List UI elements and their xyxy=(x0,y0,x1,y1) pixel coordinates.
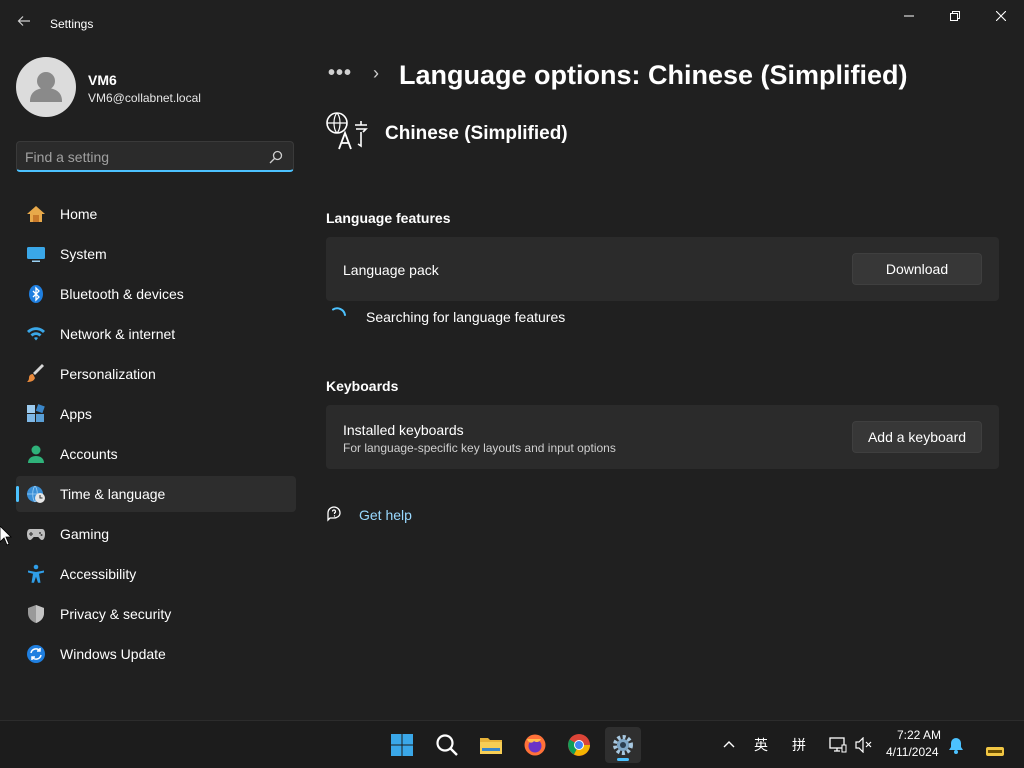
taskbar-settings[interactable] xyxy=(605,727,641,763)
ime-mode-indicator[interactable]: 英 xyxy=(754,735,768,755)
sidebar-item-label: Time & language xyxy=(60,486,166,502)
sidebar-item-accounts[interactable]: Accounts xyxy=(16,436,296,472)
keyboards-title: Keyboards xyxy=(326,378,399,394)
sidebar-item-label: Windows Update xyxy=(60,646,166,662)
sidebar-item-system[interactable]: System xyxy=(16,236,296,272)
user-email: VM6@collabnet.local xyxy=(88,91,201,105)
start-icon xyxy=(391,734,413,756)
sidebar-item-label: Personalization xyxy=(60,366,156,382)
get-help-link[interactable]: Get help xyxy=(359,507,412,523)
accounts-icon xyxy=(28,445,44,463)
breadcrumb-separator: › xyxy=(373,63,379,83)
user-name: VM6 xyxy=(88,72,117,88)
sidebar-item-label: Privacy & security xyxy=(60,606,172,622)
avatar[interactable] xyxy=(16,57,76,117)
sidebar-item-label: Apps xyxy=(60,406,92,422)
sidebar-item-accessibility[interactable]: Accessibility xyxy=(16,556,296,592)
page-title: Language options: Chinese (Simplified) xyxy=(399,60,908,90)
installed-keyboards-description: For language-specific key layouts and in… xyxy=(343,441,616,455)
restore-button[interactable] xyxy=(932,0,978,32)
shield-icon xyxy=(28,605,44,623)
sidebar-item-label: Accessibility xyxy=(60,566,137,582)
taskbar-start-button[interactable] xyxy=(384,727,420,763)
back-button[interactable] xyxy=(14,14,34,34)
notification-bell-icon[interactable] xyxy=(948,737,964,754)
time-language-icon xyxy=(27,485,45,503)
wifi-icon xyxy=(27,327,45,341)
minimize-icon xyxy=(904,15,914,17)
ime-method-indicator[interactable]: 拼 xyxy=(792,735,806,755)
close-icon xyxy=(996,11,1006,21)
restore-icon xyxy=(950,11,960,21)
sidebar-item-home[interactable]: Home xyxy=(16,196,296,232)
sidebar-item-network[interactable]: Network & internet xyxy=(16,316,296,352)
bluetooth-icon xyxy=(29,285,43,303)
settings-icon xyxy=(613,735,633,755)
close-button[interactable] xyxy=(978,0,1024,32)
sidebar-item-gaming[interactable]: Gaming xyxy=(16,516,296,552)
language-icon xyxy=(326,112,368,150)
gamepad-icon xyxy=(27,529,45,540)
sidebar-item-label: Accounts xyxy=(60,446,118,462)
sidebar-item-label: System xyxy=(60,246,107,262)
sidebar-item-label: Home xyxy=(60,206,98,222)
taskbar-file-explorer[interactable] xyxy=(473,727,509,763)
installed-keyboards-label: Installed keyboards xyxy=(343,422,464,438)
language-pack-label: Language pack xyxy=(343,262,439,278)
language-pack-card: Language pack Download xyxy=(326,237,999,301)
firefox-icon xyxy=(524,734,546,756)
chrome-icon xyxy=(568,734,590,756)
minimize-button[interactable] xyxy=(886,0,932,32)
sidebar-item-apps[interactable]: Apps xyxy=(16,396,296,432)
search-icon[interactable] xyxy=(269,150,283,164)
sidebar-item-label: Bluetooth & devices xyxy=(60,286,184,302)
sidebar-item-bluetooth[interactable]: Bluetooth & devices xyxy=(16,276,296,312)
loading-spinner-icon xyxy=(332,307,346,316)
title-bar: Settings xyxy=(0,0,1024,48)
mouse-cursor-icon xyxy=(0,526,12,546)
installed-keyboards-card: Installed keyboards For language-specifi… xyxy=(326,405,999,469)
apps-icon xyxy=(27,404,45,422)
sidebar-item-label: Gaming xyxy=(60,526,110,542)
sidebar-item-personalization[interactable]: Personalization xyxy=(16,356,296,392)
home-icon xyxy=(27,206,45,222)
clock-date[interactable]: 4/11/2024 xyxy=(886,745,939,759)
searching-status: Searching for language features xyxy=(366,309,566,325)
taskbar-firefox[interactable] xyxy=(517,727,553,763)
help-icon xyxy=(327,506,341,522)
update-icon xyxy=(27,645,45,663)
taskbar-chrome[interactable] xyxy=(561,727,597,763)
language-features-title: Language features xyxy=(326,210,451,226)
add-keyboard-button[interactable]: Add a keyboard xyxy=(852,421,982,453)
active-app-indicator xyxy=(617,758,629,761)
sidebar-item-time-language[interactable]: Time & language xyxy=(16,476,296,512)
accessibility-icon xyxy=(28,564,44,583)
language-name: Chinese (Simplified) xyxy=(385,123,568,144)
search-icon xyxy=(436,734,458,756)
network-icon[interactable] xyxy=(829,736,847,754)
breadcrumb-more-button[interactable]: ••• xyxy=(328,62,352,85)
taskbar: 英 拼 xyxy=(0,720,1024,768)
search-box[interactable] xyxy=(16,141,294,172)
sidebar-item-windows-update[interactable]: Windows Update xyxy=(16,636,296,672)
back-arrow-icon xyxy=(17,16,30,26)
clock-time[interactable]: 7:22 AM xyxy=(897,728,941,742)
selected-indicator xyxy=(16,486,19,502)
file-explorer-icon xyxy=(480,738,502,754)
volume-muted-icon[interactable] xyxy=(855,737,873,753)
sidebar-item-privacy[interactable]: Privacy & security xyxy=(16,596,296,632)
system-icon xyxy=(27,247,45,262)
search-input[interactable] xyxy=(25,148,261,166)
app-title: Settings xyxy=(50,17,94,31)
preview-badge-icon xyxy=(986,747,1004,756)
brush-icon xyxy=(27,364,44,382)
user-silhouette-icon xyxy=(30,72,62,102)
tray-chevron-icon[interactable] xyxy=(723,739,735,749)
sidebar-item-label: Network & internet xyxy=(60,326,176,342)
taskbar-search-button[interactable] xyxy=(429,727,465,763)
download-button[interactable]: Download xyxy=(852,253,982,285)
